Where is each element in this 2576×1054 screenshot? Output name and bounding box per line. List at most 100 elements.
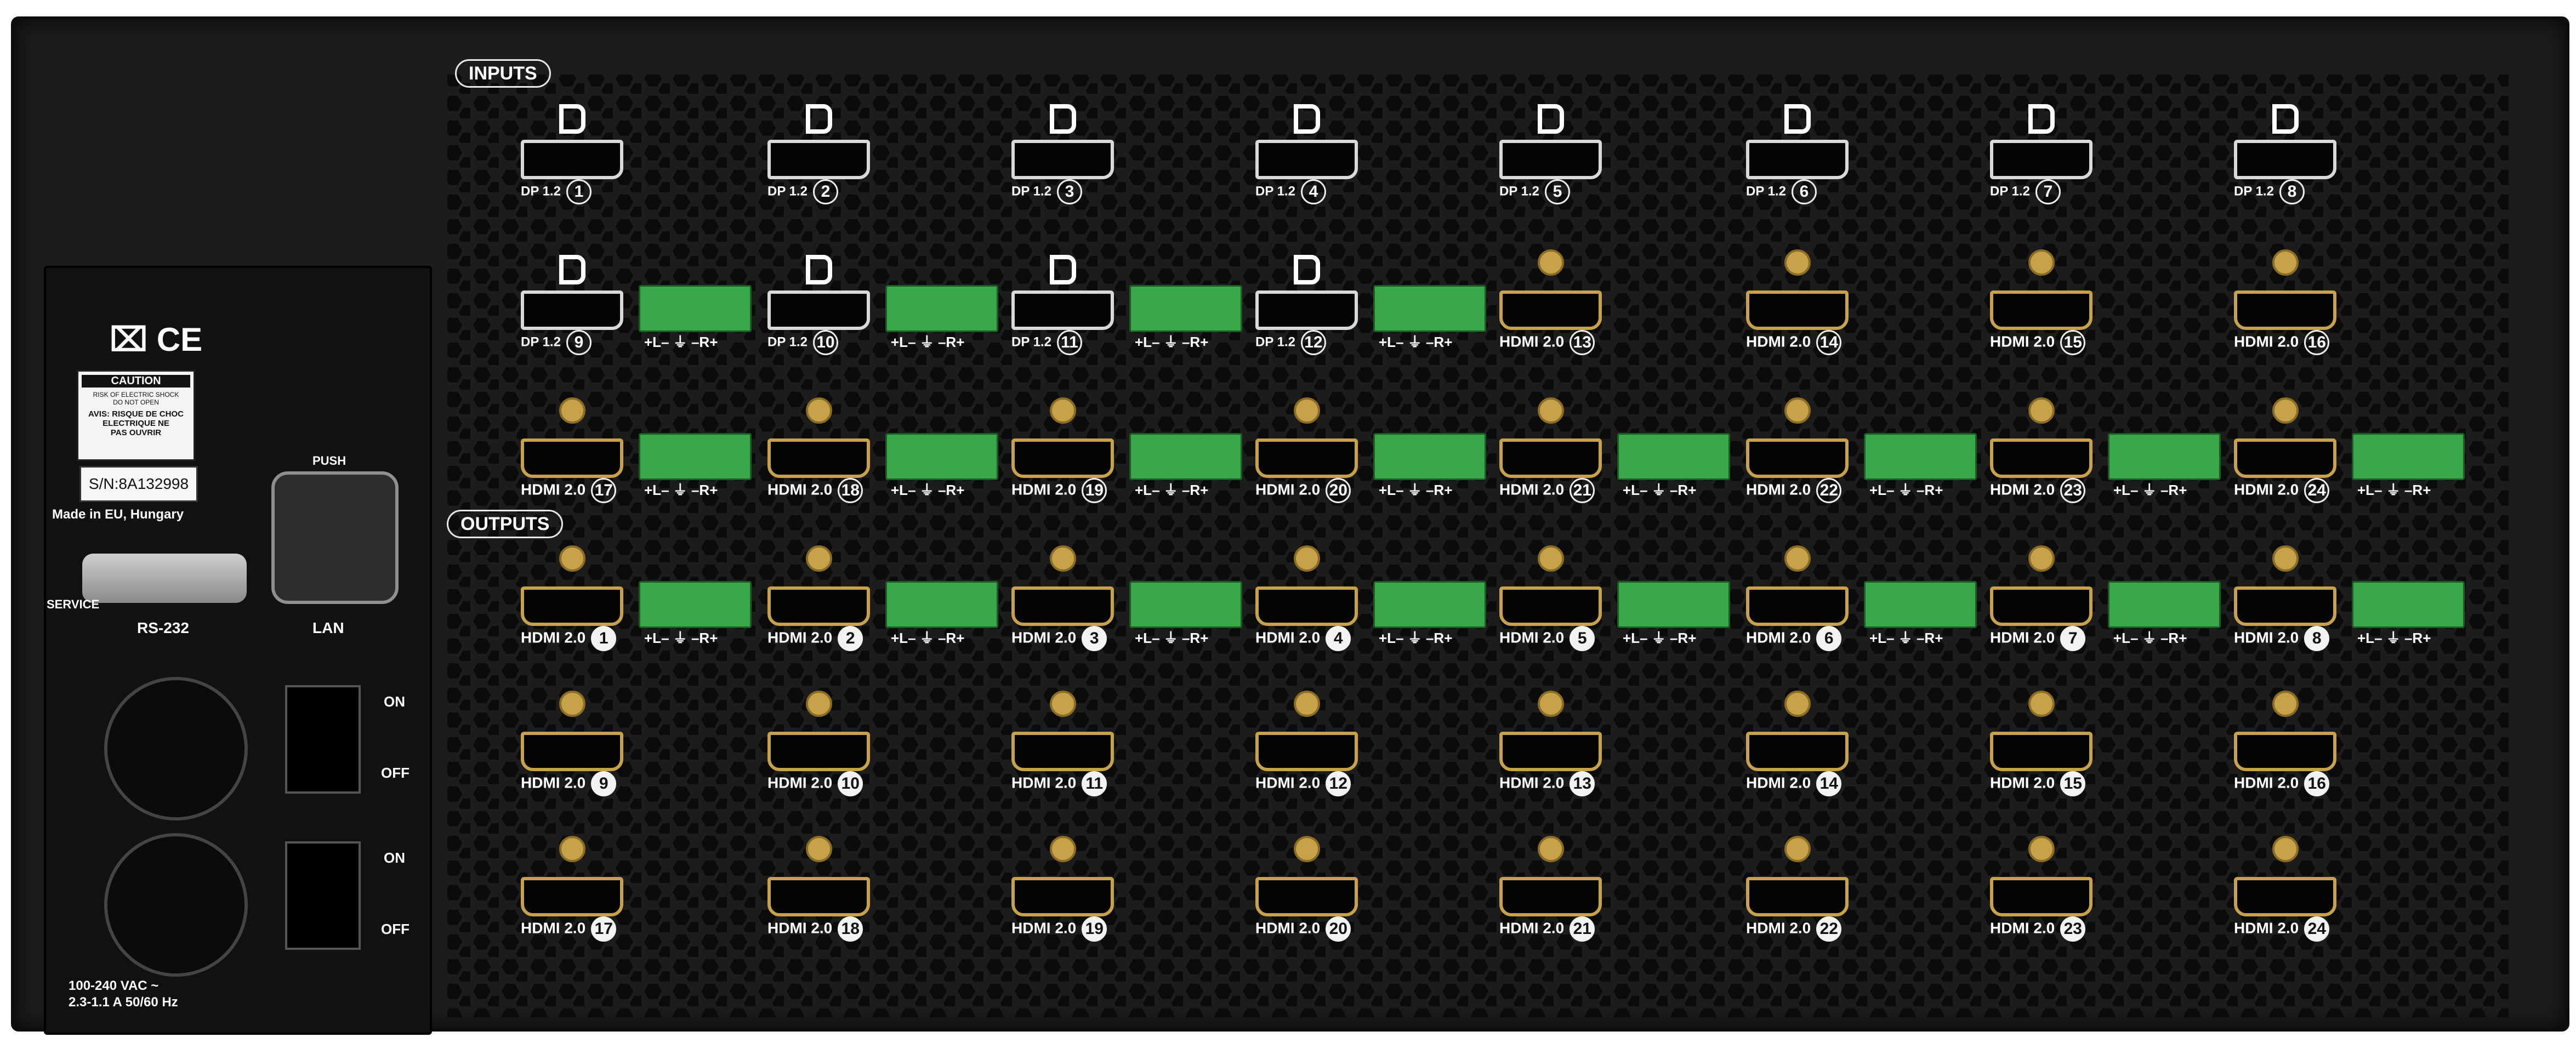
- sma-antenna-icon: [2272, 249, 2299, 276]
- port-type-text: DP 1.2: [767, 184, 808, 199]
- audio-terminal-block[interactable]: [885, 433, 998, 480]
- audio-terminal-block[interactable]: [639, 285, 752, 332]
- hdmi-connector[interactable]: [767, 438, 870, 478]
- hdmi-connector[interactable]: [1499, 877, 1602, 916]
- sma-antenna-icon: [1294, 545, 1320, 572]
- hdmi-connector[interactable]: [521, 732, 623, 771]
- hdmi-connector[interactable]: [1011, 877, 1114, 916]
- hdmi-connector[interactable]: [2234, 290, 2336, 330]
- port-number-badge: 15: [2060, 330, 2086, 355]
- displayport-connector[interactable]: [767, 140, 870, 179]
- displayport-connector[interactable]: [2234, 140, 2336, 179]
- hdmi-port-label: HDMI 2.0 21: [1499, 478, 1595, 503]
- audio-terminal-block[interactable]: [1864, 581, 1977, 628]
- hdmi-connector[interactable]: [1011, 438, 1114, 478]
- displayport-connector[interactable]: [1499, 140, 1602, 179]
- dp-port-label: DP 1.2 10: [767, 330, 838, 355]
- hdmi-port-label: HDMI 2.0 17: [521, 916, 617, 942]
- audio-terminal-block[interactable]: [1129, 581, 1242, 628]
- displayport-logo-icon: [559, 104, 585, 134]
- hdmi-connector[interactable]: [1990, 290, 2092, 330]
- hdmi-connector[interactable]: [767, 586, 870, 626]
- sma-antenna-icon: [2028, 249, 2055, 276]
- audio-terminal-block[interactable]: [885, 581, 998, 628]
- hdmi-port-label: HDMI 2.0 8: [2234, 626, 2330, 651]
- hdmi-connector[interactable]: [521, 877, 623, 916]
- hdmi-connector[interactable]: [1990, 438, 2092, 478]
- audio-terminal-block[interactable]: [1617, 433, 1730, 480]
- audio-terminal-block[interactable]: [639, 581, 752, 628]
- displayport-connector[interactable]: [767, 290, 870, 330]
- hdmi-connector[interactable]: [1746, 438, 1849, 478]
- hdmi-connector[interactable]: [1499, 290, 1602, 330]
- port-type-text: DP 1.2: [1255, 184, 1295, 199]
- hdmi-port-label: HDMI 2.0 15: [1990, 330, 2086, 355]
- audio-terminal-block[interactable]: [885, 285, 998, 332]
- hdmi-connector[interactable]: [521, 438, 623, 478]
- hdmi-connector[interactable]: [1011, 586, 1114, 626]
- sma-antenna-icon: [2272, 545, 2299, 572]
- port-type-text: HDMI 2.0: [2234, 774, 2299, 791]
- port-number-badge: 23: [2060, 916, 2086, 942]
- hdmi-connector[interactable]: [767, 732, 870, 771]
- port-number-badge: 4: [1326, 626, 1351, 651]
- hdmi-connector[interactable]: [767, 877, 870, 916]
- displayport-connector[interactable]: [1255, 290, 1358, 330]
- port-type-text: HDMI 2.0: [1255, 629, 1321, 646]
- audio-terminal-block[interactable]: [1373, 285, 1486, 332]
- hdmi-connector[interactable]: [2234, 732, 2336, 771]
- sma-antenna-icon: [1784, 836, 1811, 862]
- audio-pin-label: +L– ⏚ –R+: [1379, 334, 1453, 350]
- displayport-connector[interactable]: [1255, 140, 1358, 179]
- displayport-connector[interactable]: [1011, 290, 1114, 330]
- audio-terminal-block[interactable]: [1864, 433, 1977, 480]
- hdmi-port-label: HDMI 2.0 21: [1499, 916, 1595, 942]
- hdmi-connector[interactable]: [1255, 438, 1358, 478]
- displayport-connector[interactable]: [521, 140, 623, 179]
- audio-terminal-block[interactable]: [1373, 581, 1486, 628]
- matrix-switcher-chassis: INPUTS OUTPUTS ⌧ CE CAUTION RISK OF ELEC…: [0, 0, 2576, 1054]
- audio-terminal-block[interactable]: [2352, 433, 2465, 480]
- hdmi-connector[interactable]: [1990, 586, 2092, 626]
- hdmi-connector[interactable]: [1990, 732, 2092, 771]
- audio-terminal-block[interactable]: [1129, 285, 1242, 332]
- hdmi-connector[interactable]: [1746, 732, 1849, 771]
- dp-port-label: DP 1.2 11: [1011, 330, 1082, 355]
- audio-terminal-block[interactable]: [1617, 581, 1730, 628]
- hdmi-port-label: HDMI 2.0 7: [1990, 626, 2086, 651]
- hdmi-connector[interactable]: [1990, 877, 2092, 916]
- hdmi-connector[interactable]: [1746, 290, 1849, 330]
- hdmi-connector[interactable]: [2234, 586, 2336, 626]
- hdmi-connector[interactable]: [1499, 586, 1602, 626]
- displayport-connector[interactable]: [1011, 140, 1114, 179]
- displayport-connector[interactable]: [521, 290, 623, 330]
- audio-terminal-block[interactable]: [2108, 433, 2221, 480]
- port-type-text: HDMI 2.0: [767, 919, 833, 937]
- hdmi-connector[interactable]: [1746, 877, 1849, 916]
- hdmi-connector[interactable]: [1255, 586, 1358, 626]
- hdmi-connector[interactable]: [1255, 877, 1358, 916]
- audio-terminal-block[interactable]: [639, 433, 752, 480]
- hdmi-connector[interactable]: [2234, 877, 2336, 916]
- audio-terminal-block[interactable]: [1129, 433, 1242, 480]
- hdmi-connector[interactable]: [1255, 732, 1358, 771]
- dp-port-label: DP 1.2 2: [767, 179, 838, 204]
- audio-pin-label: +L– ⏚ –R+: [891, 334, 965, 350]
- hdmi-connector[interactable]: [1011, 732, 1114, 771]
- hdmi-connector[interactable]: [1499, 438, 1602, 478]
- displayport-connector[interactable]: [1990, 140, 2092, 179]
- port-type-text: DP 1.2: [1255, 334, 1295, 350]
- displayport-connector[interactable]: [1746, 140, 1849, 179]
- hdmi-connector[interactable]: [1499, 732, 1602, 771]
- hdmi-connector[interactable]: [2234, 438, 2336, 478]
- audio-pin-label: +L– ⏚ –R+: [1379, 482, 1453, 498]
- port-number-badge: 22: [1816, 478, 1842, 503]
- audio-terminal-block[interactable]: [2108, 581, 2221, 628]
- hdmi-port-label: HDMI 2.0 1: [521, 626, 617, 651]
- audio-terminal-block[interactable]: [1373, 433, 1486, 480]
- port-number-badge: 6: [1791, 179, 1817, 204]
- audio-terminal-block[interactable]: [2352, 581, 2465, 628]
- hdmi-connector[interactable]: [1746, 586, 1849, 626]
- displayport-logo-icon: [1294, 255, 1320, 284]
- hdmi-connector[interactable]: [521, 586, 623, 626]
